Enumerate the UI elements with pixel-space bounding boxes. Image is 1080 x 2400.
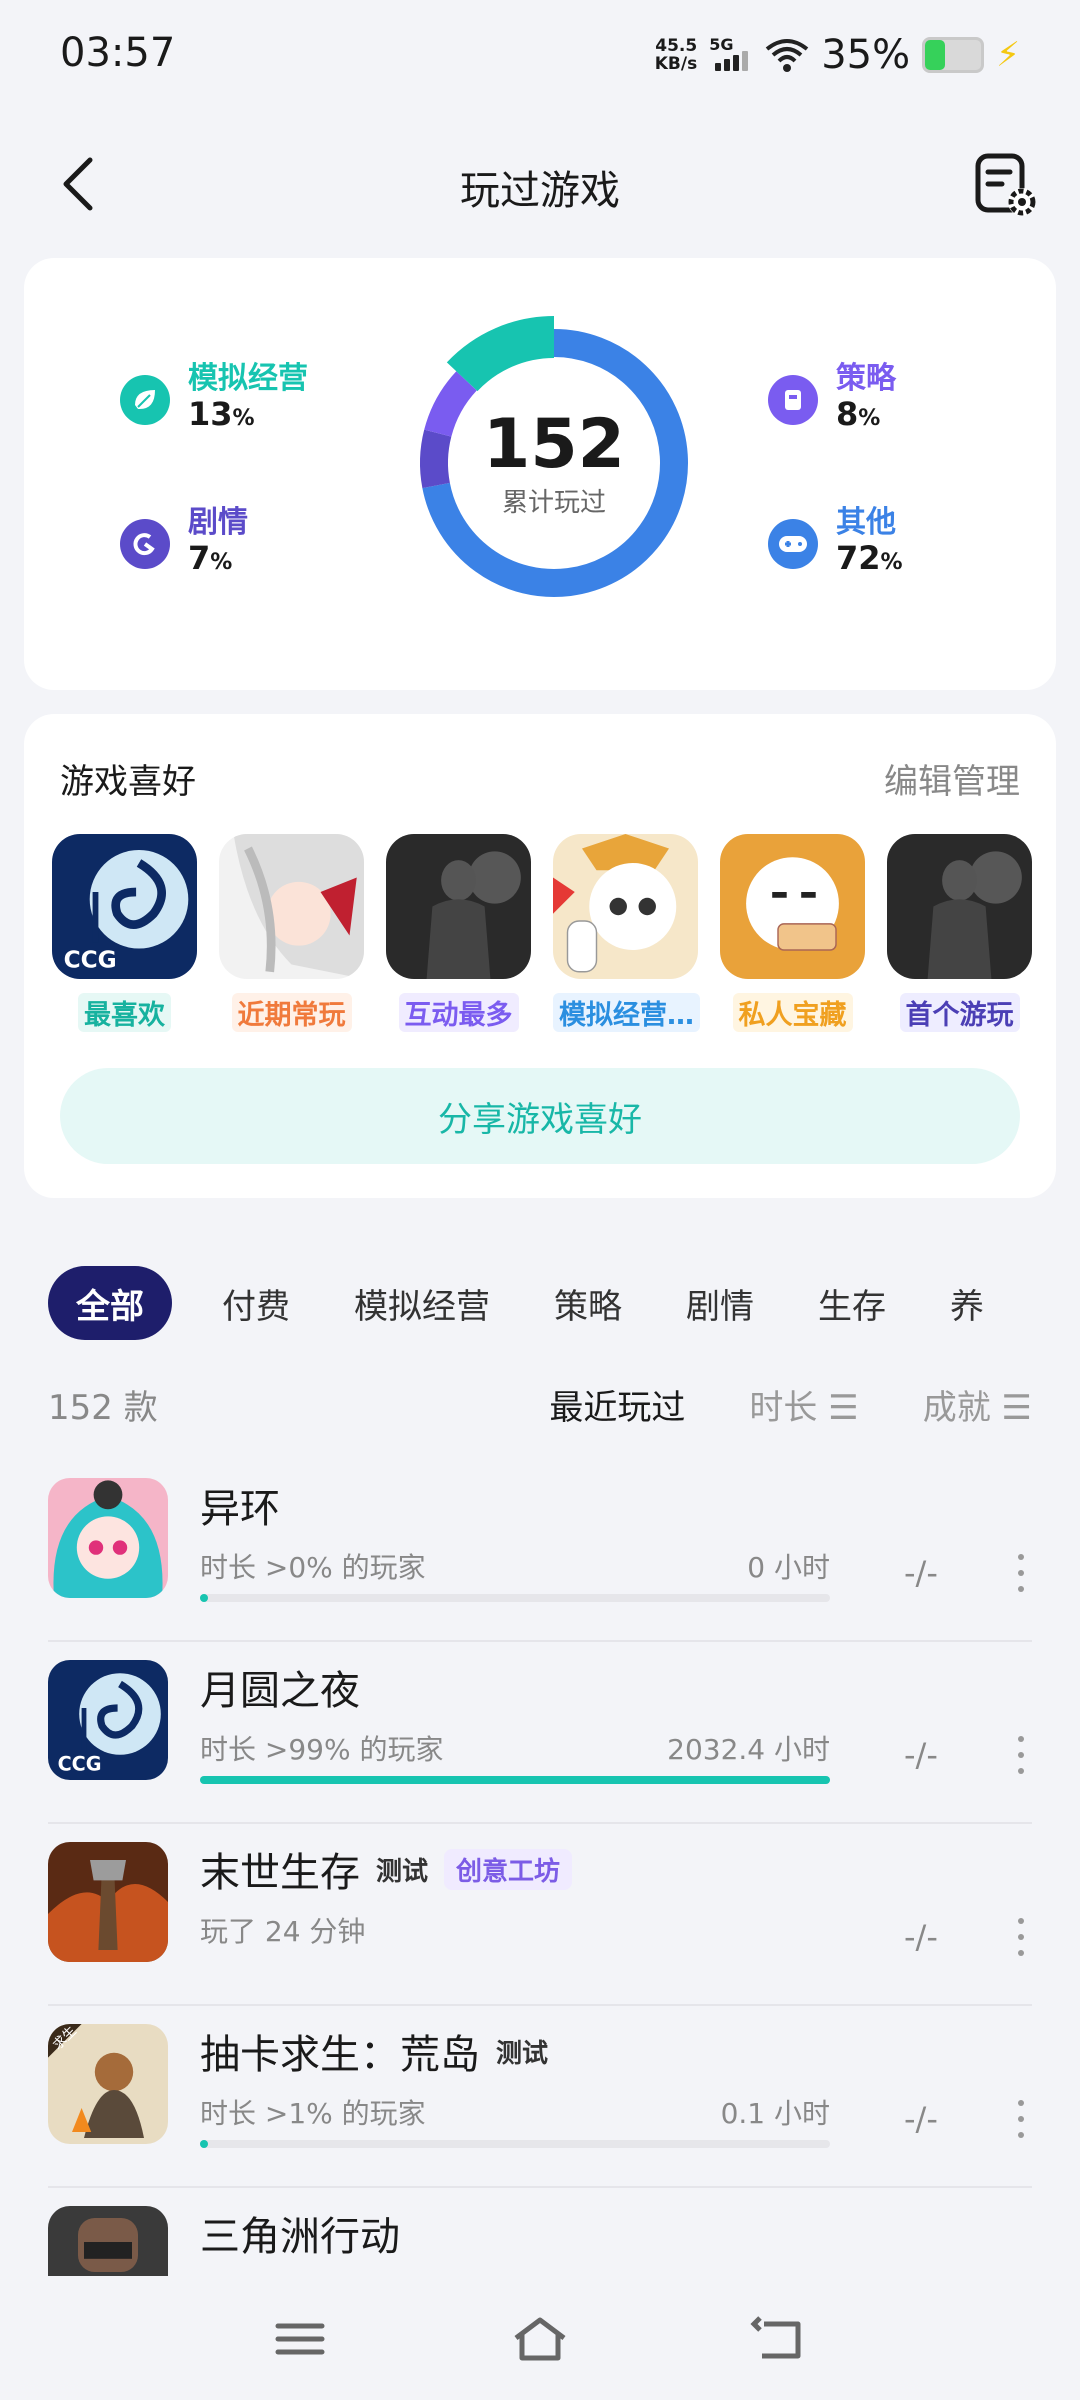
back-nav-icon[interactable]: [750, 2314, 810, 2364]
sort-option-1[interactable]: 时长 ☰: [749, 1380, 858, 1429]
preference-tag: 近期常玩: [231, 993, 352, 1032]
svg-text:CCG: CCG: [64, 946, 117, 973]
game-icon: [48, 1478, 168, 1598]
game-count: 152 款: [48, 1388, 158, 1428]
playtime-progress-bar: [200, 2140, 830, 2148]
playtime-progress-bar: [200, 1776, 830, 1784]
achievements-value: -/-: [904, 1736, 938, 1774]
game-name: 异环: [200, 1486, 280, 1532]
playtime-progress-bar: [200, 1594, 830, 1602]
battery-percent: 35%: [821, 32, 911, 78]
preference-game-4[interactable]: 私人宝藏: [720, 834, 865, 1036]
share-preferences-button[interactable]: 分享游戏喜好: [60, 1068, 1020, 1164]
game-preferences-card: 游戏喜好 编辑管理 CCG 最喜欢 近期常玩 互动最多 模拟经营… 私人宝藏 首个游玩 分享…: [24, 714, 1056, 1198]
preference-game-2[interactable]: 互动最多: [386, 834, 531, 1036]
game-row[interactable]: 异环 时长 >0% 的玩家 0 小时 -/-: [48, 1458, 1032, 1642]
sort-option-2[interactable]: 成就 ☰: [923, 1380, 1032, 1429]
tab-5[interactable]: 生存: [786, 1266, 918, 1340]
more-options-icon[interactable]: [1018, 2100, 1026, 2140]
charging-icon: ⚡: [996, 35, 1020, 75]
achievements-value: -/-: [904, 1554, 938, 1592]
test-badge: 测试: [376, 1856, 429, 1887]
preference-tag: 最喜欢: [78, 993, 171, 1032]
achievements-value: -/-: [904, 1918, 938, 1956]
game-icon: [48, 2206, 168, 2276]
tab-3[interactable]: 策略: [522, 1266, 654, 1340]
cell-signal-icon: 5G: [709, 35, 753, 75]
strategy-icon: [768, 374, 818, 425]
preference-game-3[interactable]: 模拟经营…: [553, 834, 700, 1036]
preference-tag: 模拟经营…: [553, 993, 700, 1032]
preferences-title: 游戏喜好: [60, 762, 196, 802]
leaf-icon: [120, 374, 170, 425]
preference-game-5[interactable]: 首个游玩: [887, 834, 1032, 1036]
achievements-value: -/-: [904, 2100, 938, 2138]
game-row[interactable]: 求生 抽卡求生：荒岛 测试 时长 >1% 的玩家 0.1 小时 -/-: [48, 2004, 1032, 2188]
stats-card: 模拟经营 13% 剧情 7% 策略 8% 其他 72% 152 累计玩过: [24, 258, 1056, 690]
preference-game-1[interactable]: 近期常玩: [219, 834, 364, 1036]
game-name: 三角洲行动: [200, 2214, 400, 2260]
story-icon: [120, 518, 170, 569]
game-cover: [887, 834, 1032, 979]
more-options-icon[interactable]: [1018, 1554, 1026, 1594]
page-title: 玩过游戏: [460, 168, 620, 214]
system-nav-bar: [0, 2276, 1080, 2400]
preference-tag: 互动最多: [398, 993, 519, 1032]
menu-icon[interactable]: [270, 2314, 330, 2364]
top-bar: 玩过游戏: [0, 130, 1080, 240]
game-cover: CCG: [52, 834, 197, 979]
test-badge: 测试: [496, 2038, 549, 2069]
genre-tabs: 全部 付费 模拟经营 策略 剧情 生存养: [48, 1266, 1016, 1340]
more-options-icon[interactable]: [1018, 1918, 1026, 1958]
game-name: 抽卡求生：荒岛: [200, 2032, 480, 2078]
game-row[interactable]: 末世生存 测试 创意工坊玩了 24 分钟 -/-: [48, 1822, 1032, 2006]
game-cover: [386, 834, 531, 979]
game-name: 末世生存: [200, 1850, 360, 1896]
status-bar: 03:57 45.5 KB/s 5G 35% ⚡: [0, 0, 1080, 118]
preference-games: CCG 最喜欢 近期常玩 互动最多 模拟经营… 私人宝藏 首个游玩: [52, 834, 1032, 1036]
game-cover: [553, 834, 698, 979]
tab-1[interactable]: 付费: [172, 1266, 322, 1340]
status-time: 03:57: [60, 30, 176, 76]
category-other[interactable]: 其他 72%: [768, 506, 903, 581]
preference-game-0[interactable]: CCG 最喜欢: [52, 834, 197, 1036]
game-row[interactable]: CCG 月圆之夜 时长 >99% 的玩家 2032.4 小时 -/-: [48, 1640, 1032, 1824]
play-hours: 2032.4 小时: [667, 1733, 830, 1766]
playtime-rank: 玩了 24 分钟: [200, 1915, 366, 1948]
more-options-icon[interactable]: [1018, 1736, 1026, 1776]
preference-tag: 私人宝藏: [732, 993, 853, 1032]
tab-2[interactable]: 模拟经营: [322, 1266, 522, 1340]
wifi-icon: [765, 39, 809, 72]
total-played-label: 累计玩过: [501, 487, 606, 518]
preference-tag: 首个游玩: [899, 993, 1020, 1032]
tab-4[interactable]: 剧情: [654, 1266, 786, 1340]
svg-text:CCG: CCG: [58, 1752, 102, 1775]
play-hours: 0.1 小时: [720, 2097, 830, 2130]
game-icon: [48, 1842, 168, 1962]
list-settings-icon[interactable]: [970, 150, 1040, 220]
gamepad-icon: [768, 518, 818, 569]
network-speed: 45.5 KB/s: [654, 36, 698, 74]
game-cover: [720, 834, 865, 979]
category-story[interactable]: 剧情 7%: [120, 506, 248, 581]
game-cover: [219, 834, 364, 979]
sort-row: 152 款 最近玩过 时长 ☰ 成就 ☰: [48, 1380, 1032, 1430]
category-strategy[interactable]: 策略 8%: [768, 362, 896, 437]
edit-manage-link[interactable]: 编辑管理: [884, 754, 1020, 803]
game-row[interactable]: 三角洲行动: [48, 2186, 1032, 2276]
tab-0[interactable]: 全部: [48, 1266, 172, 1340]
tab-6[interactable]: 养: [918, 1266, 1016, 1340]
game-icon: CCG: [48, 1660, 168, 1780]
home-icon[interactable]: [510, 2314, 570, 2364]
game-name: 月圆之夜: [200, 1668, 360, 1714]
workshop-badge: 创意工坊: [444, 1848, 573, 1890]
sort-option-0[interactable]: 最近玩过: [549, 1380, 685, 1429]
play-hours: 0 小时: [747, 1551, 830, 1584]
battery-icon: [922, 37, 985, 73]
category-simulation[interactable]: 模拟经营 13%: [120, 362, 308, 437]
game-icon: 求生: [48, 2024, 168, 2144]
total-played-count: 152: [483, 404, 625, 484]
